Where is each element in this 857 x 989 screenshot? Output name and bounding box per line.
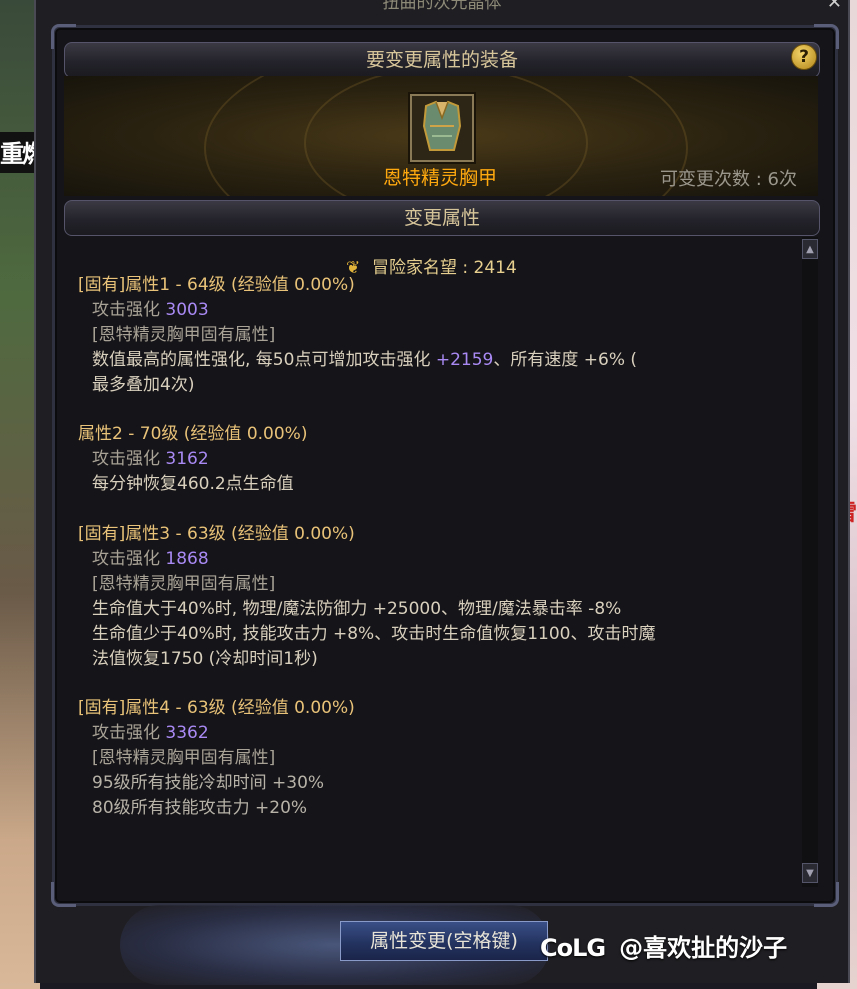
attack-strength-value: 3003 (165, 300, 209, 320)
help-button[interactable]: ? (791, 44, 817, 70)
attribute-heading: [固有]属性3 - 63级 (经验值 0.00%) (78, 524, 355, 544)
attribute-block-4: [固有]属性4 - 63级 (经验值 0.00%) 攻击强化 3362 [恩特精… (78, 696, 778, 821)
colg-logo: CoLG (540, 934, 606, 962)
attribute-tag: [恩特精灵胸甲固有属性] (92, 748, 276, 768)
attribute-desc: 生命值大于40%时, 物理/魔法防御力 +25000、物理/魔法暴击率 -8% (92, 599, 622, 619)
equipment-section-header: 要变更属性的装备 (64, 42, 820, 78)
attack-strength-label: 攻击强化 (92, 549, 160, 569)
attribute-heading: [固有]属性4 - 63级 (经验值 0.00%) (78, 698, 355, 718)
change-attribute-button[interactable]: 属性变更(空格键) (340, 921, 548, 961)
desc-text: 数值最高的属性强化, 每50点可增加攻击强化 (92, 350, 436, 370)
attack-strength-row: 攻击强化 1868 (78, 547, 778, 572)
attribute-tag: [恩特精灵胸甲固有属性] (92, 325, 276, 345)
desc-value: +2159 (435, 350, 494, 370)
attribute-desc: 最多叠加4次) (92, 375, 195, 395)
attribute-desc: 数值最高的属性强化, 每50点可增加攻击强化 +2159、所有速度 +6% ( (78, 348, 778, 373)
watermark: CoLG @喜欢扯的沙子 (540, 928, 787, 963)
close-icon[interactable]: ✕ (827, 0, 842, 13)
desc-text: 、所有速度 +6% ( (493, 350, 638, 370)
attack-strength-label: 攻击强化 (92, 723, 160, 743)
attack-strength-row: 攻击强化 3162 (78, 447, 778, 472)
attribute-heading: [固有]属性1 - 64级 (经验值 0.00%) (78, 275, 355, 295)
attack-strength-label: 攻击强化 (92, 300, 160, 320)
attribute-list: ❦ 冒险家名望 : 2414 [固有]属性1 - 64级 (经验值 0.00%) … (64, 237, 802, 887)
attack-strength-value: 3162 (165, 449, 209, 469)
attack-strength-value: 3362 (165, 723, 209, 743)
attribute-tag: [恩特精灵胸甲固有属性] (92, 574, 276, 594)
attribute-desc: 法值恢复1750 (冷却时间1秒) (92, 649, 318, 669)
attribute-block-2: 属性2 - 70级 (经验值 0.00%) 攻击强化 3162 每分钟恢复460… (78, 422, 778, 497)
change-count: 可变更次数 : 6次 (660, 169, 797, 190)
scrollbar[interactable]: ▲ ▼ (802, 237, 818, 887)
equipment-name: 恩特精灵胸甲 (382, 167, 497, 189)
attribute-desc: 每分钟恢复460.2点生命值 (92, 474, 294, 494)
attack-strength-row: 攻击强化 3362 (78, 721, 778, 746)
attack-strength-value: 1868 (165, 549, 209, 569)
chest-armor-icon (412, 96, 472, 160)
scroll-up-icon[interactable]: ▲ (802, 239, 818, 259)
equipment-slot[interactable] (410, 94, 474, 162)
attribute-heading: 属性2 - 70级 (经验值 0.00%) (78, 424, 308, 444)
attribute-block-1: [固有]属性1 - 64级 (经验值 0.00%) 攻击强化 3003 [恩特精… (78, 273, 778, 398)
attribute-desc: 80级所有技能攻击力 +20% (92, 798, 308, 818)
attack-strength-label: 攻击强化 (92, 449, 160, 469)
attack-strength-row: 攻击强化 3003 (78, 298, 778, 323)
watermark-user: @喜欢扯的沙子 (619, 934, 788, 962)
attribute-desc: 95级所有技能冷却时间 +30% (92, 773, 325, 793)
attributes-section-header: 变更属性 (64, 200, 820, 236)
attribute-block-3: [固有]属性3 - 63级 (经验值 0.00%) 攻击强化 1868 [恩特精… (78, 522, 778, 672)
window-title: 扭曲的次元晶体 (382, 0, 502, 13)
scroll-down-icon[interactable]: ▼ (802, 863, 818, 883)
attribute-desc: 生命值少于40%时, 技能攻击力 +8%、攻击时生命值恢复1100、攻击时魔 (92, 624, 656, 644)
